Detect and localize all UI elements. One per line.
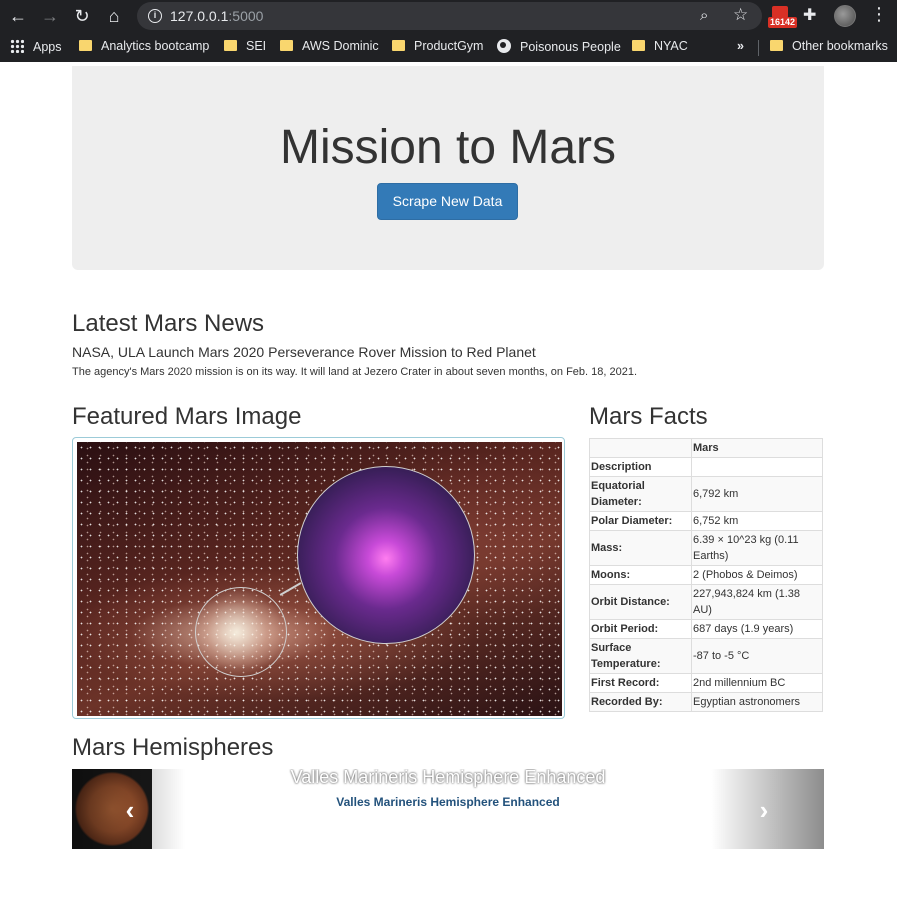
bookmark-apps[interactable]: Apps [10, 39, 62, 54]
fact-value: -87 to -5 °C [691, 638, 823, 674]
site-info-icon[interactable]: i [148, 9, 162, 23]
image-inset-small [195, 587, 287, 677]
forward-arrow-icon[interactable]: → [38, 4, 62, 28]
news-heading: Latest Mars News [72, 310, 265, 337]
fact-key: Mass: [589, 530, 692, 566]
bookmark-aws-dominic[interactable]: AWS Dominic [280, 39, 379, 53]
table-row: Moons: 2 (Phobos & Deimos) [589, 565, 823, 585]
bookmark-star-icon[interactable]: ☆ [733, 5, 748, 25]
chevron-right-icon: › [759, 795, 769, 825]
featured-mars-image [77, 442, 562, 716]
profile-avatar[interactable] [834, 5, 856, 27]
fact-key: Orbit Period: [589, 619, 692, 639]
table-row: First Record: 2nd millennium BC [589, 673, 823, 693]
mars-facts-table: Mars Description Equatorial Diameter: 6,7… [589, 438, 823, 712]
fact-key: Equatorial Diameter: [589, 476, 692, 512]
fact-key: First Record: [589, 673, 692, 693]
table-row: Description [589, 457, 823, 477]
fact-value [691, 457, 823, 477]
mars-facts-heading: Mars Facts [589, 403, 708, 430]
fact-key: Orbit Distance: [589, 584, 692, 620]
bookmark-label: AWS Dominic [302, 39, 379, 53]
bookmark-label: NYAC [654, 39, 688, 53]
table-row: Mass: 6.39 × 10^23 kg (0.11 Earths) [589, 530, 823, 566]
hemispheres-heading: Mars Hemispheres [72, 734, 274, 761]
url-port: :5000 [228, 8, 264, 24]
back-arrow-icon[interactable]: ← [6, 4, 30, 28]
folder-icon [392, 40, 405, 51]
bookmarks-bar: Apps Analytics bootcamp SEI AWS Dominic … [0, 32, 897, 62]
bookmark-label: Other bookmarks [792, 39, 888, 53]
fact-value: 6,752 km [691, 511, 823, 531]
page-title: Mission to Mars [279, 121, 617, 174]
jumbotron: Mission to Mars Scrape New Data [72, 66, 824, 270]
fact-value: 2nd millennium BC [691, 673, 823, 693]
table-header-blank [589, 438, 692, 458]
folder-icon [770, 40, 783, 51]
fact-key: Moons: [589, 565, 692, 585]
bookmark-productgym[interactable]: ProductGym [392, 39, 483, 53]
url-text: 127.0.0.1:5000 [170, 8, 263, 24]
mail-badge: 16142 [768, 17, 798, 28]
table-row: Polar Diameter: 6,752 km [589, 511, 823, 531]
fact-value: 6,792 km [691, 476, 823, 512]
bookmark-label: Poisonous People [520, 40, 621, 54]
address-bar[interactable]: i 127.0.0.1:5000 ⌕ ☆ [137, 2, 762, 30]
extensions-puzzle-icon[interactable]: ✚ [803, 5, 816, 25]
globe-icon [497, 39, 511, 53]
bookmark-poisonous-people[interactable]: Poisonous People [497, 39, 621, 54]
bookmark-label: ProductGym [414, 39, 484, 53]
folder-icon [224, 40, 237, 51]
more-bookmarks-chevron[interactable]: » [737, 39, 744, 53]
table-row: Surface Temperature: -87 to -5 °C [589, 638, 823, 674]
table-header-mars: Mars [691, 438, 823, 458]
news-title: NASA, ULA Launch Mars 2020 Perseverance … [72, 344, 536, 360]
carousel-prev-button[interactable]: ‹ [72, 769, 185, 849]
fact-value: 227,943,824 km (1.38 AU) [691, 584, 823, 620]
table-row: Orbit Distance: 227,943,824 km (1.38 AU) [589, 584, 823, 620]
featured-image-thumbnail[interactable] [72, 437, 565, 719]
browser-toolbar: ← → ↻ ⌂ i 127.0.0.1:5000 ⌕ ☆ 16142 ✚ ⋮ [0, 0, 897, 32]
bookmark-label: SEI [246, 39, 267, 53]
bookmark-label: Analytics bootcamp [101, 39, 210, 53]
chevron-left-icon: ‹ [125, 795, 135, 825]
table-row: Orbit Period: 687 days (1.9 years) [589, 619, 823, 639]
fact-key: Polar Diameter: [589, 511, 692, 531]
featured-image-heading: Featured Mars Image [72, 403, 302, 430]
bookmark-sei[interactable]: SEI [224, 39, 266, 53]
carousel-next-button[interactable]: › [711, 769, 824, 849]
zoom-icon[interactable]: ⌕ [700, 7, 708, 24]
fact-value: 687 days (1.9 years) [691, 619, 823, 639]
fact-value: 6.39 × 10^23 kg (0.11 Earths) [691, 530, 823, 566]
scrape-new-data-button[interactable]: Scrape New Data [377, 183, 518, 220]
table-header-row: Mars [589, 438, 823, 458]
image-inset-large [297, 466, 475, 644]
fact-value: Egyptian astronomers [691, 692, 823, 712]
fact-key: Description [589, 457, 692, 477]
bookmarks-divider [758, 40, 759, 56]
bookmark-other-bookmarks[interactable]: Other bookmarks [770, 39, 888, 53]
bookmark-nyac[interactable]: NYAC [632, 39, 688, 53]
url-host: 127.0.0.1 [170, 8, 229, 24]
reload-icon[interactable]: ↻ [70, 4, 94, 28]
table-row: Equatorial Diameter: 6,792 km [589, 476, 823, 512]
fact-key: Surface Temperature: [589, 638, 692, 674]
table-row: Recorded By: Egyptian astronomers [589, 692, 823, 712]
mail-extension-icon[interactable]: 16142 [768, 6, 798, 28]
fact-key: Recorded By: [589, 692, 692, 712]
news-teaser: The agency's Mars 2020 mission is on its… [72, 366, 638, 378]
apps-grid-icon [10, 39, 24, 53]
folder-icon [79, 40, 92, 51]
folder-icon [632, 40, 645, 51]
home-icon[interactable]: ⌂ [102, 4, 126, 28]
bookmark-label: Apps [33, 40, 62, 54]
hemispheres-carousel: Valles Marineris Hemisphere Enhanced Val… [72, 769, 824, 849]
browser-menu-icon[interactable]: ⋮ [870, 4, 888, 25]
bookmark-analytics-bootcamp[interactable]: Analytics bootcamp [79, 39, 209, 53]
folder-icon [280, 40, 293, 51]
fact-value: 2 (Phobos & Deimos) [691, 565, 823, 585]
